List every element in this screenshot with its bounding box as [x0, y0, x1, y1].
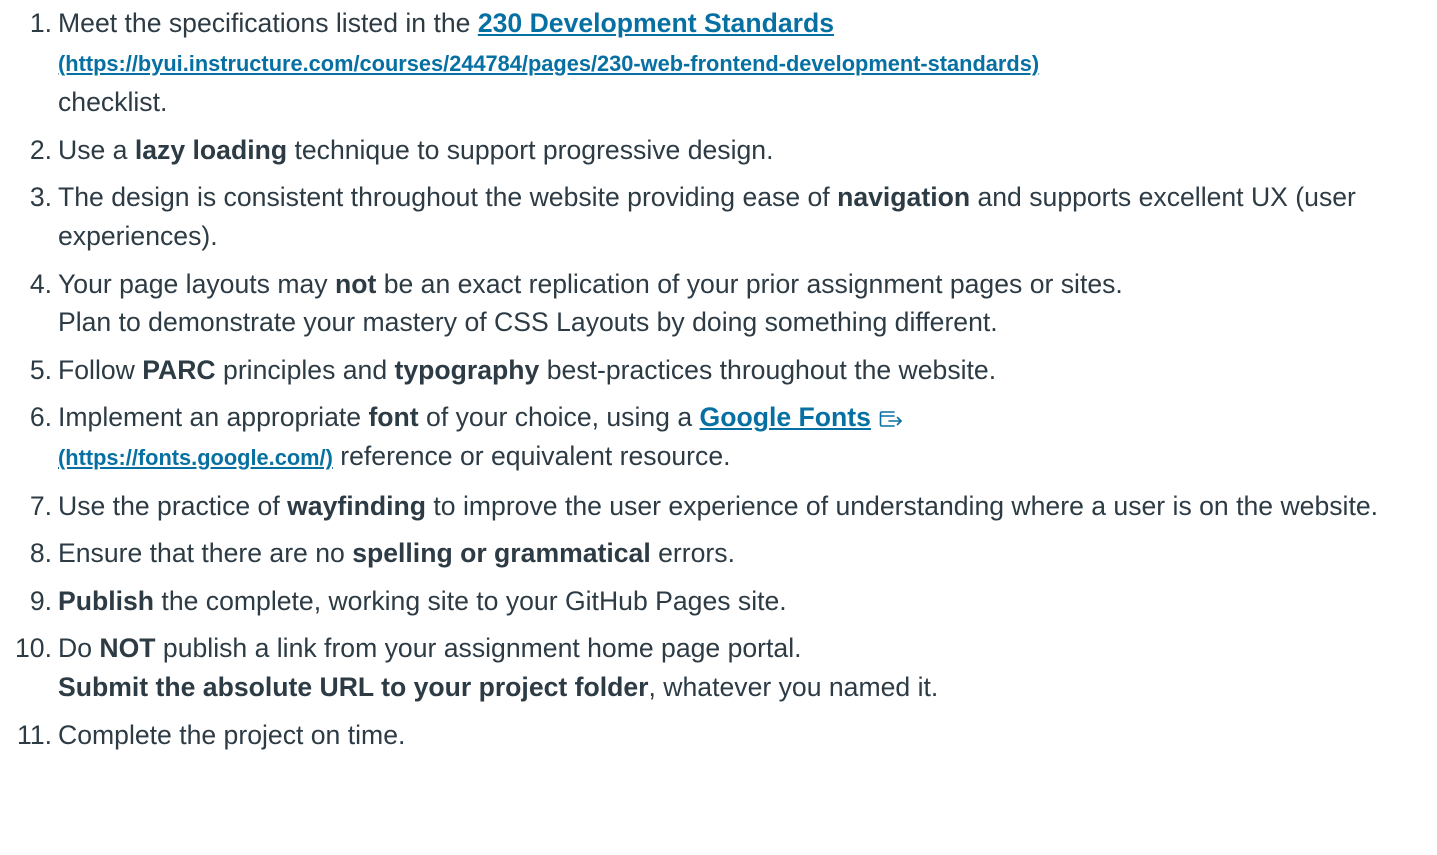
item-text: technique to support progressive design. [287, 134, 774, 165]
external-link-icon[interactable] [879, 410, 903, 428]
list-item: 10 Do NOT publish a link from your assig… [0, 629, 1437, 706]
item-bold: not [334, 268, 377, 299]
item-bold: Publish [58, 585, 155, 616]
list-item: 4 Your page layouts may not be an exact … [0, 265, 1437, 342]
item-text: Ensure that there are no [58, 538, 353, 569]
item-text: Follow [58, 354, 143, 385]
item-text: the complete, working site to your GitHu… [154, 585, 787, 616]
item-number: 11 [0, 716, 52, 755]
list-item: 7 Use the practice of wayfinding to impr… [0, 487, 1437, 526]
item-bold: lazy loading [134, 134, 288, 165]
list-item: 3 The design is consistent throughout th… [0, 178, 1437, 255]
item-text: checklist. [58, 87, 168, 118]
item-number: 6 [0, 398, 52, 437]
list-item: 1 Meet the specifications listed in the … [0, 4, 1437, 122]
item-text: Use the practice of [58, 490, 288, 521]
item-text: publish a link from your assignment home… [155, 633, 802, 664]
requirements-list: 1 Meet the specifications listed in the … [0, 4, 1437, 754]
item-text: to improve the user experience of unders… [426, 490, 1379, 521]
item-text: principles and [215, 354, 395, 385]
item-text: errors. [650, 538, 735, 569]
item-text: , whatever you named it. [648, 671, 939, 702]
item-text: Meet the specifications listed in the [58, 8, 478, 38]
item-number: 1 [0, 4, 52, 43]
item-number: 10 [0, 629, 52, 668]
item-text: Use a [58, 134, 135, 165]
item-text: best-practices throughout the website. [539, 354, 997, 385]
item-text: Do [58, 633, 100, 664]
item-number: 7 [0, 487, 52, 526]
item-number: 4 [0, 265, 52, 304]
item-number: 3 [0, 178, 52, 217]
list-item: 5 Follow PARC principles and typography … [0, 351, 1437, 390]
item-text: reference or equivalent resource. [332, 440, 731, 471]
list-item: 11 Complete the project on time. [0, 716, 1437, 755]
item-bold: PARC [142, 354, 216, 385]
list-item: 8 Ensure that there are no spelling or g… [0, 534, 1437, 573]
item-bold: spelling or grammatical [352, 538, 651, 569]
item-bold: wayfinding [287, 490, 427, 521]
item-number: 2 [0, 131, 52, 170]
google-fonts-link-title[interactable]: Google Fonts [700, 402, 871, 432]
item-bold: navigation [837, 182, 971, 213]
item-text: of your choice, using a [418, 402, 700, 433]
item-bold: NOT [99, 633, 156, 664]
item-text: Complete the project on time. [58, 719, 406, 750]
list-item: 6 Implement an appropriate font of your … [0, 398, 1437, 477]
standards-link-url[interactable]: (https://byui.instructure.com/courses/24… [58, 51, 1039, 76]
item-text: Implement an appropriate [58, 402, 369, 433]
list-item: 9 Publish the complete, working site to … [0, 582, 1437, 621]
item-number: 5 [0, 351, 52, 390]
standards-link-title[interactable]: 230 Development Standards [478, 8, 834, 38]
item-text: Plan to demonstrate your mastery of CSS … [58, 307, 998, 338]
item-text: The design is consistent throughout the … [58, 182, 838, 213]
item-bold: font [368, 402, 419, 433]
item-bold: typography [394, 354, 540, 385]
item-bold: Submit the absolute URL to your project … [58, 671, 649, 702]
item-number: 8 [0, 534, 52, 573]
list-item: 2 Use a lazy loading technique to suppor… [0, 131, 1437, 170]
item-text: be an exact replication of your prior as… [376, 268, 1123, 299]
item-number: 9 [0, 582, 52, 621]
item-text: Your page layouts may [58, 268, 335, 299]
google-fonts-link-url[interactable]: (https://fonts.google.com/) [58, 445, 333, 470]
